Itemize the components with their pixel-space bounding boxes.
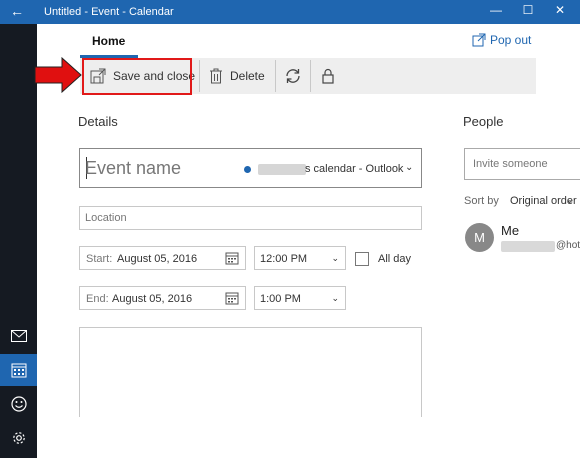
calendar-select[interactable]: s calendar - Outlook [305, 163, 403, 175]
app-rail [0, 24, 37, 458]
delete-label: Delete [230, 69, 265, 83]
location-field[interactable]: Location [79, 206, 422, 230]
attendee-email-domain: @hot [556, 240, 580, 251]
repeat-icon [286, 69, 300, 83]
start-date-field[interactable]: Start: August 05, 2016 [79, 246, 246, 270]
event-name-field[interactable]: Event name s calendar - Outlook ⌄ [79, 148, 422, 188]
smiley-icon [10, 396, 27, 412]
invite-placeholder: Invite someone [473, 158, 548, 170]
rail-item-feedback[interactable] [0, 388, 37, 420]
blurred-account-name [258, 164, 306, 175]
calendar-icon [11, 363, 26, 378]
end-date-value: August 05, 2016 [112, 293, 193, 305]
maximize-icon[interactable]: ☐ [518, 3, 538, 17]
toolbar-divider [275, 60, 276, 92]
start-label: Start: [86, 253, 113, 265]
location-placeholder: Location [85, 212, 127, 224]
pop-out-icon [472, 33, 486, 47]
end-time-select[interactable]: 1:00 PM ⌄ [254, 286, 346, 310]
end-time-value: 1:00 PM [260, 293, 301, 305]
attendee-name: Me [501, 223, 520, 238]
end-label: End: [86, 293, 109, 305]
mail-icon [10, 330, 27, 342]
start-time-select[interactable]: 12:00 PM ⌄ [254, 246, 346, 270]
start-date-value: August 05, 2016 [117, 253, 198, 265]
date-picker-icon[interactable] [225, 251, 239, 265]
delete-button[interactable]: Delete [209, 58, 265, 94]
pop-out-link[interactable]: Pop out [472, 33, 531, 47]
pop-out-label: Pop out [490, 33, 532, 47]
title-bar: ← Untitled - Event - Calendar — ☐ ✕ [0, 0, 580, 24]
save-highlight-box [82, 58, 192, 95]
toolbar-divider [310, 60, 311, 92]
chevron-down-icon[interactable]: ⌄ [566, 195, 574, 206]
close-icon[interactable]: ✕ [550, 3, 570, 17]
avatar: M [465, 223, 494, 252]
repeat-button[interactable] [284, 58, 302, 94]
all-day-checkbox[interactable] [355, 252, 369, 266]
chevron-down-icon: ⌄ [331, 253, 339, 263]
event-description-field[interactable] [79, 327, 422, 417]
date-picker-icon[interactable] [225, 291, 239, 305]
people-heading: People [463, 114, 504, 129]
chevron-down-icon[interactable]: ⌄ [405, 162, 413, 173]
rail-item-mail[interactable] [0, 320, 37, 352]
trash-icon [210, 68, 222, 84]
calendar-color-dot [244, 166, 251, 173]
back-arrow-icon[interactable]: ← [10, 3, 24, 19]
private-button[interactable] [321, 58, 335, 94]
red-arrow-annotation [34, 57, 82, 93]
sort-by-label: Sort by [464, 195, 499, 207]
end-date-field[interactable]: End: August 05, 2016 [79, 286, 246, 310]
blurred-email [501, 241, 555, 252]
tab-home[interactable]: Home [80, 24, 138, 58]
all-day-label: All day [378, 253, 412, 265]
invite-someone-field[interactable]: Invite someone [464, 148, 580, 180]
lock-icon [322, 68, 334, 84]
gear-icon [12, 432, 25, 444]
details-heading: Details [78, 114, 118, 129]
tab-home-label: Home [92, 34, 126, 48]
chevron-down-icon: ⌄ [331, 293, 339, 303]
window-title: Untitled - Event - Calendar [44, 6, 174, 18]
minimize-icon[interactable]: — [486, 3, 506, 17]
rail-item-settings[interactable] [0, 422, 37, 454]
event-name-placeholder: Event name [85, 158, 182, 178]
rail-item-calendar[interactable] [0, 354, 37, 386]
start-time-value: 12:00 PM [260, 253, 308, 265]
toolbar-divider [199, 60, 200, 92]
